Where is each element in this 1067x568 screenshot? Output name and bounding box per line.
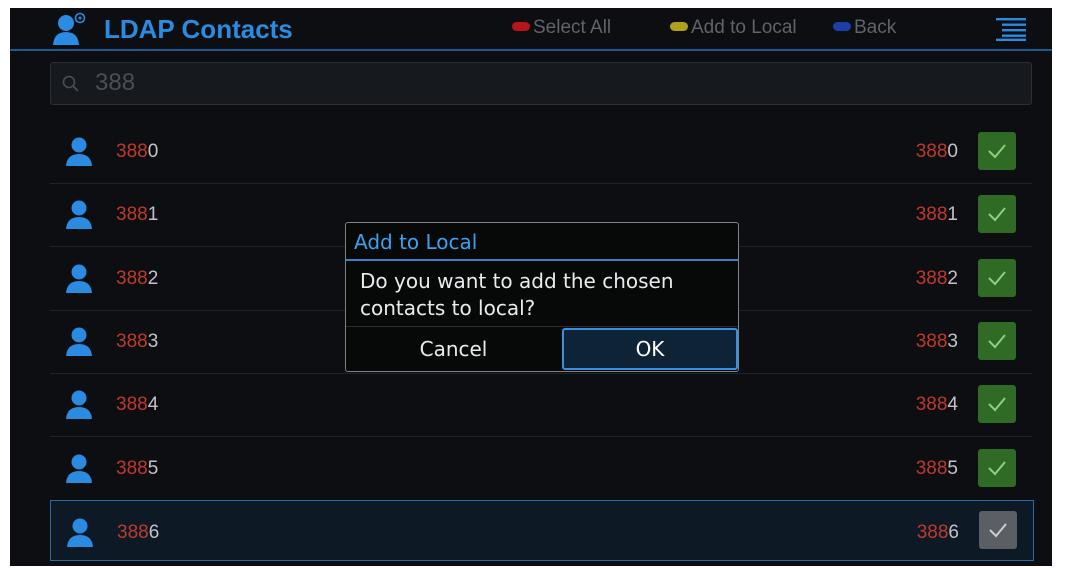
contact-number: 3882 [916, 267, 958, 291]
contact-checkbox[interactable] [978, 132, 1016, 170]
contact-number-rest: 0 [947, 141, 958, 162]
contact-name: 3882 [116, 267, 158, 291]
add-to-local-dialog: Add to Local Do you want to add the chos… [345, 222, 739, 372]
blue-key-icon [833, 21, 851, 31]
contact-number-match: 388 [915, 204, 948, 226]
back-label: Back [854, 17, 897, 38]
checkmark-icon [988, 334, 1006, 349]
select-all-softkey[interactable]: Select All [512, 16, 611, 40]
select-all-label: Select All [533, 17, 612, 38]
contact-name: 3886 [117, 521, 159, 545]
contact-number-rest: 3 [947, 330, 958, 352]
red-key-icon [512, 21, 530, 31]
header-divider [10, 49, 1052, 51]
add-to-local-softkey[interactable]: Add to Local [670, 16, 797, 40]
contact-row[interactable]: 3885 3885 [50, 437, 1032, 501]
dialog-message: Do you want to add the chosen contacts t… [360, 268, 730, 322]
checkmark-icon [988, 207, 1006, 222]
contact-checkbox[interactable] [978, 321, 1016, 360]
checkmark-icon [988, 460, 1006, 475]
contact-avatar-icon [67, 518, 93, 547]
checkmark-icon [988, 270, 1006, 286]
checkmark-icon [988, 144, 1006, 159]
contact-name-rest: 0 [147, 141, 159, 162]
contact-number-rest: 1 [947, 204, 958, 226]
contact-number: 3880 [916, 140, 958, 164]
title-bar: LDAP Contacts Select All Add to Local Ba… [10, 8, 1052, 50]
yellow-key-icon [670, 21, 688, 31]
dialog-title-divider [346, 259, 738, 261]
contact-avatar-icon [66, 137, 92, 166]
contact-number: 3881 [916, 203, 958, 227]
contact-name: 3885 [116, 457, 158, 481]
contact-checkbox[interactable] [978, 258, 1016, 297]
search-icon [62, 75, 79, 92]
dialog-title: Add to Local [354, 230, 478, 254]
contact-number-match: 388 [915, 457, 948, 479]
contact-number-rest: 6 [948, 521, 959, 543]
contact-name-match: 388 [116, 394, 148, 416]
ldap-contacts-screen: LDAP Contacts Select All Add to Local Ba… [10, 8, 1052, 566]
contact-name: 3881 [116, 203, 158, 227]
contact-checkbox[interactable] [978, 448, 1016, 487]
menu-icon[interactable] [996, 17, 1026, 41]
contact-name-match: 388 [117, 521, 149, 543]
contact-number-rest: 2 [947, 267, 958, 289]
contact-avatar-icon [66, 200, 92, 230]
dialog-message-line2: contacts to local? [360, 296, 536, 320]
contact-name-rest: 5 [147, 457, 159, 479]
contact-name: 3880 [116, 140, 158, 164]
contacts-icon [53, 12, 86, 45]
contact-number-match: 388 [915, 330, 948, 352]
contact-name-rest: 1 [147, 204, 159, 226]
contact-name: 3883 [116, 330, 158, 354]
contact-number-match: 388 [915, 267, 948, 289]
contact-name-match: 388 [116, 141, 148, 162]
contact-name-rest: 3 [147, 330, 159, 352]
contact-name-rest: 6 [148, 521, 160, 543]
contact-number: 3886 [917, 521, 959, 545]
contact-name-match: 388 [116, 457, 148, 479]
search-input[interactable]: 388 [95, 69, 135, 97]
contact-checkbox[interactable] [978, 195, 1016, 234]
cancel-button[interactable]: Cancel [346, 327, 561, 371]
contact-name-match: 388 [116, 267, 148, 289]
contact-number-match: 388 [915, 394, 948, 416]
checkmark-icon [989, 523, 1007, 538]
contact-name-match: 388 [116, 204, 148, 226]
contact-number-match: 388 [915, 141, 948, 162]
contact-checkbox[interactable] [979, 510, 1017, 549]
contact-avatar-icon [66, 454, 92, 483]
contact-avatar-icon [66, 327, 92, 356]
contact-number: 3883 [916, 330, 958, 354]
contact-row[interactable]: 3880 3880 [50, 120, 1032, 184]
checkmark-icon [988, 397, 1006, 412]
contact-number-match: 388 [916, 521, 949, 543]
back-softkey[interactable]: Back [833, 16, 896, 40]
contact-number-rest: 5 [947, 457, 958, 479]
contact-number: 3884 [916, 393, 958, 417]
contact-row[interactable]: 3884 3884 [50, 373, 1032, 438]
search-field[interactable]: 388 [50, 62, 1032, 105]
contact-name: 3884 [116, 393, 158, 417]
contact-avatar-icon [66, 264, 92, 293]
contact-name-match: 388 [116, 330, 148, 352]
ok-button[interactable]: OK [562, 328, 738, 370]
dialog-message-line1: Do you want to add the chosen [360, 269, 674, 293]
contact-name-rest: 4 [147, 394, 159, 416]
add-to-local-label: Add to Local [691, 17, 797, 38]
contact-checkbox[interactable] [978, 385, 1016, 424]
page-title: LDAP Contacts [104, 14, 293, 44]
contact-number-rest: 4 [947, 394, 958, 416]
contact-row[interactable]: 3886 3886 [50, 499, 1034, 561]
contact-name-rest: 2 [147, 267, 159, 289]
contact-number: 3885 [916, 457, 958, 481]
contact-avatar-icon [66, 390, 92, 420]
